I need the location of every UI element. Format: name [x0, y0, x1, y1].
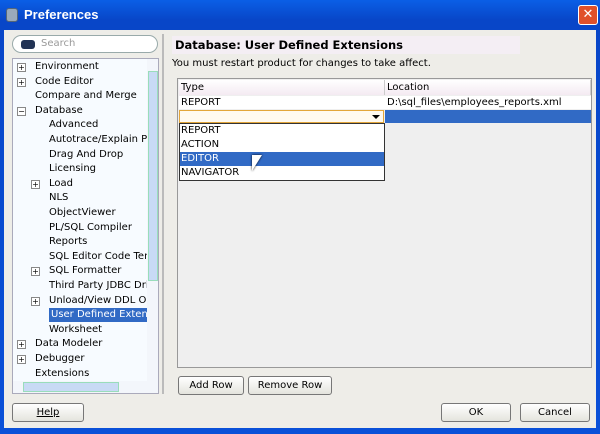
horizontal-scroll-thumb[interactable]	[23, 382, 119, 392]
preferences-window: Preferences ✕ Search Extensions Debugger D…	[0, 0, 600, 434]
expand-icon[interactable]: +	[17, 63, 26, 72]
extensions-table: Type Location REPORT D:\sql_files\employ…	[177, 78, 592, 368]
type-combo[interactable]	[179, 110, 384, 123]
expand-icon[interactable]: +	[17, 77, 26, 87]
preferences-tree: Extensions Debugger Data Modeler Worksheet U…	[12, 58, 159, 394]
cell-type[interactable]: REPORT	[179, 96, 385, 109]
expand-icon[interactable]: +	[31, 179, 40, 189]
tree-item[interactable]: Advanced	[49, 118, 98, 132]
tree-item[interactable]: Autotrace/Explain Plan	[49, 133, 158, 147]
column-header-type[interactable]: Type	[179, 80, 385, 95]
column-header-location[interactable]: Location	[385, 80, 591, 95]
dialog-body: Search Extensions Debugger Data Modeler Wor…	[4, 30, 596, 428]
cell-location[interactable]: D:\sql_files\employees_reports.xml	[385, 96, 591, 109]
tree-item[interactable]: Debugger	[35, 352, 85, 366]
collapse-icon[interactable]: −	[17, 106, 26, 116]
remove-row-button[interactable]: Remove Row	[248, 376, 332, 395]
dropdown-option[interactable]: EDITOR	[180, 152, 384, 166]
cancel-button[interactable]: Cancel	[520, 403, 590, 422]
expand-icon[interactable]: +	[17, 355, 26, 364]
tree-item[interactable]: SQL Formatter	[49, 264, 121, 278]
tree-item[interactable]: Reports	[49, 235, 87, 249]
tree-item[interactable]: Data Modeler	[35, 337, 102, 351]
dropdown-option[interactable]: ACTION	[180, 138, 384, 152]
title-bar: Preferences	[0, 0, 600, 30]
ok-button[interactable]: OK	[441, 403, 511, 422]
tree-item[interactable]: User Defined Extensions	[49, 308, 158, 323]
tree-item[interactable]: Code Editor	[35, 75, 93, 89]
tree-item[interactable]: Worksheet	[49, 323, 102, 337]
tree-item[interactable]: NLS	[49, 191, 68, 205]
tree-item[interactable]: Unload/View DDL Options	[49, 294, 158, 308]
tree-item[interactable]: Database	[35, 104, 83, 118]
restart-note: You must restart product for changes to …	[172, 58, 431, 69]
chevron-down-icon[interactable]	[372, 115, 380, 119]
type-dropdown-list: REPORT ACTION EDITOR NAVIGATOR	[179, 123, 385, 181]
expand-icon[interactable]: +	[31, 296, 40, 306]
tree-item[interactable]: PL/SQL Compiler	[49, 221, 132, 235]
page-title: Database: User Defined Extensions	[172, 36, 520, 54]
tree-item[interactable]: Environment	[35, 60, 99, 74]
tree-item[interactable]: ObjectViewer	[49, 206, 116, 220]
search-input[interactable]: Search	[12, 35, 158, 53]
dropdown-option[interactable]: REPORT	[180, 124, 384, 138]
expand-icon[interactable]: +	[17, 340, 26, 350]
add-row-button[interactable]: Add Row	[178, 376, 244, 395]
splitter[interactable]	[162, 34, 164, 394]
tree-item[interactable]: SQL Editor Code Templates	[49, 250, 158, 264]
tree-item[interactable]: Extensions	[35, 367, 89, 381]
mouse-cursor-icon	[252, 155, 262, 171]
binoculars-icon	[21, 40, 35, 49]
help-button[interactable]: Help	[12, 403, 84, 422]
tree-item[interactable]: Drag And Drop	[49, 148, 123, 162]
tree-item[interactable]: Licensing	[49, 162, 96, 176]
dropdown-option[interactable]: NAVIGATOR	[180, 166, 384, 180]
tree-item[interactable]: Load	[49, 177, 73, 191]
location-cell-selected[interactable]	[385, 110, 591, 123]
app-icon	[6, 8, 18, 22]
vertical-scroll-thumb[interactable]	[148, 71, 158, 281]
expand-icon[interactable]: +	[31, 267, 40, 277]
window-title: Preferences	[24, 7, 99, 22]
tree-item[interactable]: Compare and Merge	[35, 89, 137, 103]
search-placeholder: Search	[41, 38, 76, 49]
tree-item[interactable]: Third Party JDBC Drivers	[49, 279, 158, 293]
close-button[interactable]: ✕	[578, 5, 598, 25]
